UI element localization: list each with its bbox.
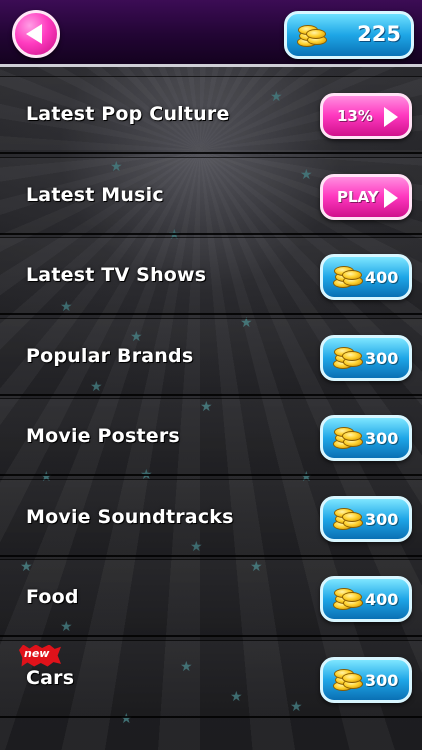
- coin-stack-icon: [333, 345, 363, 371]
- category-row-popular-brands[interactable]: Popular Brands 300: [0, 317, 422, 396]
- unlock-price-button[interactable]: 400: [320, 254, 412, 300]
- coin-stack-icon: [333, 264, 363, 290]
- category-title: Latest Music: [26, 183, 164, 206]
- back-arrow-icon: [26, 24, 42, 44]
- category-title: Popular Brands: [26, 344, 194, 367]
- play-button[interactable]: PLAY: [320, 173, 412, 220]
- category-list: Latest Pop Culture 13% Latest Music PLAY…: [0, 76, 422, 720]
- price-label: 300: [365, 348, 399, 368]
- coin-stack-icon: [333, 586, 363, 612]
- category-row-movie-posters[interactable]: Movie Posters 300: [0, 398, 422, 476]
- price-label: 300: [365, 429, 399, 448]
- top-bar: 225: [0, 0, 422, 67]
- category-row-latest-pop-culture[interactable]: Latest Pop Culture 13%: [0, 76, 422, 154]
- category-row-latest-tv-shows[interactable]: Latest TV Shows 400: [0, 237, 422, 315]
- price-label: 300: [365, 509, 399, 529]
- progress-label: 13%: [337, 107, 373, 125]
- unlock-price-button[interactable]: 300: [320, 495, 412, 542]
- coin-stack-icon: [333, 506, 363, 532]
- category-row-food[interactable]: Food 400: [0, 559, 422, 637]
- category-row-latest-music[interactable]: Latest Music PLAY: [0, 156, 422, 235]
- unlock-price-button[interactable]: 300: [320, 334, 412, 381]
- price-label: 300: [365, 670, 399, 690]
- unlock-price-button[interactable]: 300: [320, 415, 412, 461]
- play-triangle-icon: [384, 107, 398, 127]
- unlock-price-button[interactable]: 400: [320, 576, 412, 622]
- coin-stack-icon: [297, 23, 327, 49]
- category-row-cars[interactable]: new Cars 300: [0, 639, 422, 718]
- category-title: Latest Pop Culture: [26, 103, 230, 125]
- unlock-price-button[interactable]: 300: [320, 656, 412, 703]
- category-title: Cars: [26, 666, 75, 689]
- play-triangle-icon: [384, 187, 398, 208]
- category-title: Movie Soundtracks: [26, 505, 234, 528]
- category-title: Movie Posters: [26, 425, 180, 447]
- back-button[interactable]: [12, 10, 60, 58]
- coin-stack-icon: [333, 425, 363, 451]
- category-row-movie-soundtracks[interactable]: Movie Soundtracks 300: [0, 478, 422, 557]
- price-label: 400: [365, 268, 399, 287]
- category-title: Food: [26, 586, 79, 608]
- new-badge-label: new: [24, 646, 50, 660]
- category-title: Latest TV Shows: [26, 264, 207, 286]
- coin-balance[interactable]: 225: [284, 11, 414, 59]
- coin-count: 225: [357, 22, 401, 46]
- coin-stack-icon: [333, 667, 363, 693]
- price-label: 400: [365, 590, 399, 609]
- play-label: PLAY: [337, 187, 379, 206]
- progress-button[interactable]: 13%: [320, 93, 412, 139]
